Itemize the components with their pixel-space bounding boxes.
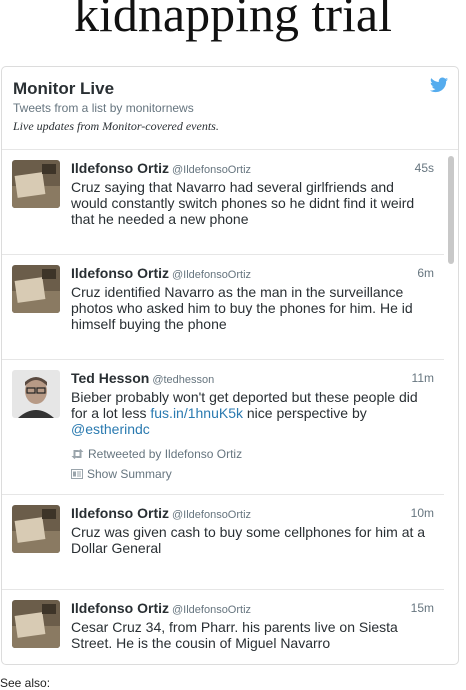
- tweet-text: Bieber probably won't get deported but t…: [71, 389, 433, 437]
- retweet-label[interactable]: Retweeted by Ildefonso Ortiz: [88, 447, 242, 461]
- avatar[interactable]: [12, 160, 60, 208]
- twitter-bird-icon[interactable]: [430, 77, 448, 93]
- tweet-link[interactable]: fus.in/1hnuK5k: [150, 405, 243, 421]
- see-also-label: See also:: [0, 676, 51, 690]
- author-display-name[interactable]: Ildefonso Ortiz: [71, 160, 169, 176]
- widget-title[interactable]: Monitor Live: [13, 79, 114, 99]
- summary-card-icon: [71, 469, 83, 479]
- show-summary-label[interactable]: Show Summary: [87, 467, 172, 481]
- retweet-info[interactable]: Retweeted by Ildefonso Ortiz: [71, 447, 242, 461]
- twitter-timeline-widget: Monitor Live Tweets from a list by monit…: [1, 66, 459, 665]
- avatar[interactable]: [12, 370, 60, 418]
- tweet-text-part: nice perspective by: [243, 405, 367, 421]
- avatar[interactable]: [12, 265, 60, 313]
- author-handle[interactable]: @IldefonsoOrtiz: [172, 164, 251, 176]
- author-name[interactable]: Ildefonso Ortiz @IldefonsoOrtiz: [71, 160, 251, 176]
- tweet-timestamp[interactable]: 6m: [417, 266, 434, 280]
- show-summary-button[interactable]: Show Summary: [71, 467, 172, 481]
- tweet-item[interactable]: Ildefonso Ortiz @IldefonsoOrtiz 6m Cruz i…: [2, 255, 444, 360]
- widget-description: Live updates from Monitor-covered events…: [13, 119, 219, 133]
- page-headline: kidnapping trial: [74, 0, 392, 42]
- author-handle[interactable]: @IldefonsoOrtiz: [172, 604, 251, 616]
- tweet-item[interactable]: Ildefonso Ortiz @IldefonsoOrtiz 15m Cesar…: [2, 590, 444, 664]
- avatar[interactable]: [12, 505, 60, 553]
- author-display-name[interactable]: Ted Hesson: [71, 370, 149, 386]
- author-name[interactable]: Ted Hesson @tedhesson: [71, 370, 214, 386]
- tweet-timestamp[interactable]: 15m: [411, 601, 434, 615]
- tweet-item[interactable]: Ildefonso Ortiz @IldefonsoOrtiz 10m Cruz …: [2, 495, 444, 590]
- author-display-name[interactable]: Ildefonso Ortiz: [71, 600, 169, 616]
- scrollbar-thumb[interactable]: [448, 156, 454, 264]
- author-handle[interactable]: @IldefonsoOrtiz: [172, 269, 251, 281]
- tweet-timestamp[interactable]: 10m: [411, 506, 434, 520]
- author-name[interactable]: Ildefonso Ortiz @IldefonsoOrtiz: [71, 505, 251, 521]
- author-name[interactable]: Ildefonso Ortiz @IldefonsoOrtiz: [71, 600, 251, 616]
- tweet-item[interactable]: Ted Hesson @tedhesson 11m Bieber probably…: [2, 360, 444, 495]
- tweet-text: Cruz identified Navarro as the man in th…: [71, 284, 413, 332]
- author-handle[interactable]: @IldefonsoOrtiz: [172, 509, 251, 521]
- stream-scrollbar[interactable]: [446, 150, 456, 664]
- author-name[interactable]: Ildefonso Ortiz @IldefonsoOrtiz: [71, 265, 251, 281]
- author-display-name[interactable]: Ildefonso Ortiz: [71, 505, 169, 521]
- tweet-stream: Ildefonso Ortiz @IldefonsoOrtiz 45s Cruz …: [2, 150, 444, 664]
- tweet-timestamp[interactable]: 11m: [412, 371, 434, 385]
- author-display-name[interactable]: Ildefonso Ortiz: [71, 265, 169, 281]
- tweet-text: Cruz saying that Navarro had several gir…: [71, 179, 415, 227]
- widget-subtitle: Tweets from a list by monitornews: [13, 101, 194, 115]
- tweet-text: Cruz was given cash to buy some cellphon…: [71, 524, 426, 556]
- tweet-item[interactable]: Ildefonso Ortiz @IldefonsoOrtiz 45s Cruz …: [2, 150, 444, 255]
- tweet-mention[interactable]: @estherindc: [71, 421, 150, 437]
- retweet-icon: [71, 449, 84, 459]
- avatar[interactable]: [12, 600, 60, 648]
- tweet-text: Cesar Cruz 34, from Pharr. his parents l…: [71, 619, 398, 651]
- tweet-timestamp[interactable]: 45s: [415, 161, 434, 175]
- author-handle[interactable]: @tedhesson: [152, 374, 214, 386]
- widget-header: Monitor Live Tweets from a list by monit…: [2, 67, 458, 150]
